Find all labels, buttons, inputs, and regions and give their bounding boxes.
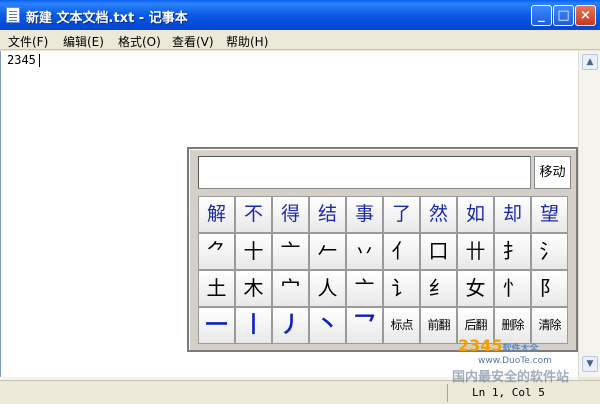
radical-key[interactable]: 女 [457,270,494,307]
candidate-key[interactable]: 然 [420,196,457,233]
stroke-key-dot[interactable]: 丶 [309,307,346,344]
radical-key[interactable]: ⺈ [198,233,235,270]
ime-composition-box[interactable] [198,156,531,189]
candidate-key[interactable]: 不 [235,196,272,233]
stroke-key-vertical[interactable]: 丨 [235,307,272,344]
menu-file[interactable]: 文件(F) [8,33,48,50]
ime-key-grid: 解 不 得 结 事 了 然 如 却 望 ⺈ 十 亠 𠂉 丷 亻 口 卄 扌 氵 … [198,196,572,346]
radical-key[interactable]: 十 [235,233,272,270]
editor-content: 2345 [7,53,36,67]
candidate-key[interactable]: 事 [346,196,383,233]
radical-key[interactable]: 丷 [346,233,383,270]
vertical-scrollbar[interactable]: ▲ ▼ [578,51,600,377]
candidate-key[interactable]: 得 [272,196,309,233]
watermark-slogan: 国内最安全的软件站 [452,370,570,385]
candidate-key[interactable]: 结 [309,196,346,233]
watermark-logo-text: 软件大全 [502,344,539,354]
candidate-key[interactable]: 解 [198,196,235,233]
menu-view[interactable]: 查看(V) [172,33,214,50]
candidate-key[interactable]: 如 [457,196,494,233]
radical-key[interactable]: 扌 [494,233,531,270]
radical-key[interactable]: 亠 [272,233,309,270]
menu-bar: 文件(F) 编辑(E) 格式(O) 查看(V) 帮助(H) [0,30,600,50]
scroll-up-icon[interactable]: ▲ [582,54,598,70]
page-prev-button[interactable]: 前翻 [420,307,457,344]
menu-edit[interactable]: 编辑(E) [63,33,104,50]
notepad-icon [6,7,20,23]
close-button[interactable]: × [575,5,596,26]
watermark-logo: 2345软件大全 [458,336,598,358]
stroke-key-turning[interactable]: 乛 [346,307,383,344]
radical-key[interactable]: 木 [235,270,272,307]
menu-help[interactable]: 帮助(H) [226,33,268,50]
radical-key[interactable]: 亠 [346,270,383,307]
candidate-key[interactable]: 了 [383,196,420,233]
candidate-key[interactable]: 却 [494,196,531,233]
menu-format[interactable]: 格式(O) [118,33,161,50]
stroke-key-horizontal[interactable]: 一 [198,307,235,344]
ime-stroke-panel[interactable]: 移动 解 不 得 结 事 了 然 如 却 望 ⺈ 十 亠 𠂉 丷 亻 口 卄 扌… [187,147,578,352]
radical-key[interactable]: 氵 [531,233,568,270]
text-caret [39,54,40,67]
radical-key[interactable]: 阝 [531,270,568,307]
ime-move-button[interactable]: 移动 [534,156,571,189]
radical-key[interactable]: 亻 [383,233,420,270]
radical-key[interactable]: 忄 [494,270,531,307]
radical-key[interactable]: 讠 [383,270,420,307]
radical-key[interactable]: 𠂉 [309,233,346,270]
radical-key[interactable]: 土 [198,270,235,307]
radical-key[interactable]: 人 [309,270,346,307]
cursor-position: Ln 1, Col 5 [472,386,545,399]
watermark-site: www.DuoTe.com [478,356,552,366]
stroke-key-left-falling[interactable]: 丿 [272,307,309,344]
window-title: 新建 文本文档.txt - 记事本 [26,11,188,26]
radical-key[interactable]: 卄 [457,233,494,270]
candidate-key[interactable]: 望 [531,196,568,233]
radical-key[interactable]: 口 [420,233,457,270]
title-bar[interactable]: 新建 文本文档.txt - 记事本 _ □ × [0,0,600,30]
radical-key[interactable]: 宀 [272,270,309,307]
minimize-button[interactable]: _ [531,5,552,26]
status-divider [447,384,448,402]
watermark-logo-number: 2345 [458,336,503,355]
punctuation-button[interactable]: 标点 [383,307,420,344]
maximize-button[interactable]: □ [553,5,574,26]
scroll-down-icon[interactable]: ▼ [582,356,598,372]
radical-key[interactable]: 纟 [420,270,457,307]
